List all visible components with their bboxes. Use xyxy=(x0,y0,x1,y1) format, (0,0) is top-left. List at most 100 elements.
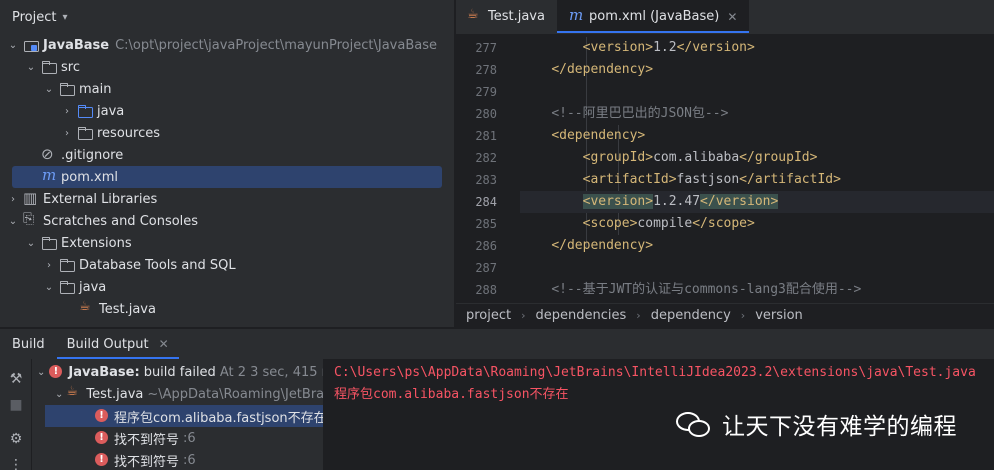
code-area[interactable]: <version>1.2</version> </dependency> <!-… xyxy=(520,37,994,301)
chevron-right-icon[interactable]: › xyxy=(60,128,74,139)
build-tool-window: Build Build Output ✕ ⚒ ■ ⚙ ⋮ ⌄ JavaBase:… xyxy=(0,328,994,470)
chevron-down-icon[interactable]: ▾ xyxy=(62,12,67,23)
hammer-icon[interactable]: ⚒ xyxy=(8,371,24,387)
chevron-right-icon[interactable]: › xyxy=(42,260,56,271)
tree-item-javabase[interactable]: ⌄ JavaBase C:\opt\project\javaProject\ma… xyxy=(0,34,454,56)
error-icon xyxy=(94,452,110,468)
stop-icon[interactable]: ■ xyxy=(8,397,24,413)
chevron-right-icon[interactable]: › xyxy=(60,106,74,117)
tree-item-main[interactable]: ⌄ main xyxy=(0,78,454,100)
java-file-icon xyxy=(66,384,82,402)
tree-item-extensions[interactable]: ⌄ Extensions xyxy=(0,232,454,254)
breadcrumb: project › dependencies › dependency › version xyxy=(456,303,994,327)
tree-item-label: java xyxy=(79,279,107,295)
tree-item-external-libraries[interactable]: › External Libraries xyxy=(0,188,454,210)
resources-folder-icon xyxy=(77,125,93,141)
tree-item-gitignore[interactable]: .gitignore xyxy=(0,144,454,166)
tree-item-test-java[interactable]: Test.java xyxy=(0,298,454,320)
code-line[interactable]: <scope>compile</scope> xyxy=(520,213,994,235)
tree-item-resources[interactable]: › resources xyxy=(0,122,454,144)
chevron-down-icon[interactable]: ⌄ xyxy=(6,40,20,51)
code-text: fastjson xyxy=(676,172,740,187)
tree-item-label: .gitignore xyxy=(61,147,124,163)
build-side-toolbar: ⚒ ■ ⚙ ⋮ xyxy=(0,359,32,470)
chevron-down-icon[interactable]: ⌄ xyxy=(55,389,63,400)
code-line[interactable]: <artifactId>fastjson</artifactId> xyxy=(520,169,994,191)
breadcrumb-item[interactable]: dependencies xyxy=(536,308,627,323)
chevron-down-icon[interactable]: ⌄ xyxy=(42,84,56,95)
code-tag: </version> xyxy=(700,194,779,209)
code-tag: <version> xyxy=(582,194,654,209)
tab-pom-xml[interactable]: pom.xml (JavaBase) ✕ xyxy=(556,0,750,33)
line-number: 281 xyxy=(475,129,497,143)
build-error-item[interactable]: 找不到符号 :6 xyxy=(33,427,323,449)
tree-item-src[interactable]: ⌄ src xyxy=(0,56,454,78)
code-line[interactable]: <groupId>com.alibaba</groupId> xyxy=(520,147,994,169)
error-text: 找不到符号 xyxy=(114,432,180,448)
code-line[interactable]: </dependency> xyxy=(520,235,994,257)
tree-item-pom-xml[interactable]: pom.xml xyxy=(12,166,442,188)
code-line[interactable] xyxy=(520,257,994,279)
chevron-down-icon[interactable]: ⌄ xyxy=(24,62,38,73)
tree-item-java-source[interactable]: › java xyxy=(0,100,454,122)
tree-item-label: src xyxy=(61,59,80,75)
tab-build-output[interactable]: Build Output ✕ xyxy=(56,329,179,359)
breadcrumb-item[interactable]: dependency xyxy=(651,308,731,323)
gear-icon[interactable]: ⚙ xyxy=(8,431,24,447)
code-text: compile xyxy=(637,216,693,231)
code-tag: </version> xyxy=(676,40,755,55)
tab-test-java[interactable]: Test.java xyxy=(456,0,557,33)
breadcrumb-item[interactable]: version xyxy=(755,308,803,323)
code-tag: <version> xyxy=(582,40,654,55)
tree-item-java-ext[interactable]: ⌄ java xyxy=(0,276,454,298)
folder-icon xyxy=(41,59,57,75)
watermark-text: 让天下没有难学的编程 xyxy=(722,414,957,440)
tab-label: Build Output xyxy=(66,336,149,352)
output-line[interactable]: C:\Users\ps\AppData\Roaming\JetBrains\In… xyxy=(334,362,994,384)
close-icon[interactable]: ✕ xyxy=(159,337,169,351)
line-number: 283 xyxy=(475,173,497,187)
chevron-down-icon[interactable]: ⌄ xyxy=(6,216,20,227)
project-panel-header[interactable]: Project ▾ xyxy=(0,0,454,34)
chevron-down-icon[interactable]: ⌄ xyxy=(37,367,45,378)
code-line[interactable]: <!--基于JWT的认证与commons-lang3配合使用--> xyxy=(520,279,994,301)
tab-label: Test.java xyxy=(488,9,545,24)
build-error-item[interactable]: 程序包com.alibaba.fastjson不存在 :3 xyxy=(45,405,323,427)
module-path: C:\opt\project\javaProject\mayunProject\… xyxy=(115,37,437,53)
editor: Test.java pom.xml (JavaBase) ✕ 277 278 279… xyxy=(456,0,994,327)
folder-icon xyxy=(41,235,57,251)
folder-icon xyxy=(59,81,75,97)
breadcrumb-item[interactable]: project xyxy=(466,308,511,323)
code-line[interactable]: </dependency> xyxy=(520,59,994,81)
error-icon xyxy=(94,430,110,446)
line-number: 287 xyxy=(475,261,497,275)
tree-item-scratches[interactable]: ⌄ Scratches and Consoles xyxy=(0,210,454,232)
tree-item-label: main xyxy=(79,81,112,97)
close-icon[interactable]: ✕ xyxy=(727,10,737,24)
more-icon[interactable]: ⋮ xyxy=(8,457,24,470)
code-line[interactable]: <version>1.2</version> xyxy=(520,37,994,59)
build-file[interactable]: ⌄ Test.java ~\AppData\Roaming\JetBrains xyxy=(33,383,323,405)
code-line[interactable] xyxy=(520,81,994,103)
chevron-right-icon[interactable]: › xyxy=(6,194,20,205)
line-gutter: 277 278 279 280 281 282 283 284 285 286 287 288 xyxy=(456,37,520,301)
build-root-name: JavaBase: xyxy=(68,364,140,380)
build-root[interactable]: ⌄ JavaBase: build failed At 2 3 sec, 415… xyxy=(33,361,323,383)
code-text: com.alibaba xyxy=(653,150,740,165)
chevron-down-icon[interactable]: ⌄ xyxy=(42,282,56,293)
code-line[interactable]: <dependency> xyxy=(520,125,994,147)
code-line[interactable]: <version>1.2.47</version> xyxy=(520,191,994,213)
code-line[interactable]: <!--阿里巴巴出的JSON包--> xyxy=(520,103,994,125)
folder-icon xyxy=(59,279,75,295)
build-error-item[interactable]: 找不到符号 :6 xyxy=(33,449,323,470)
chevron-down-icon[interactable]: ⌄ xyxy=(24,238,38,249)
tree-item-database-tools[interactable]: › Database Tools and SQL xyxy=(0,254,454,276)
source-folder-icon xyxy=(77,103,93,119)
